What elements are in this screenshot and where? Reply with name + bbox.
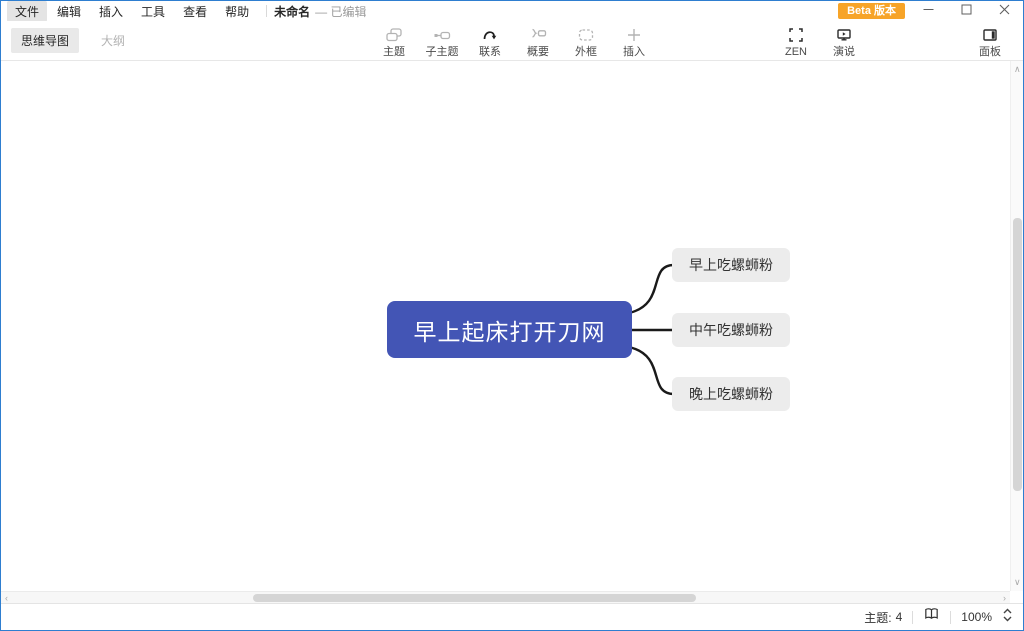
minimize-button[interactable] [909, 1, 947, 21]
boundary-icon [577, 26, 595, 44]
zen-mode-icon [787, 26, 805, 44]
topic-icon [385, 26, 403, 44]
tab-outline[interactable]: 大纲 [91, 28, 135, 53]
panel-icon [981, 26, 999, 44]
statusbar-divider [950, 611, 951, 624]
relationship-icon [481, 26, 499, 44]
scroll-up-arrow-icon[interactable]: ∧ [1014, 65, 1021, 74]
menu-insert[interactable]: 插入 [91, 1, 131, 22]
topic-tools-group: 主题 子主题 联系 [370, 21, 658, 60]
insert-button[interactable]: 插入 [610, 21, 658, 60]
scroll-down-arrow-icon[interactable]: ∨ [1014, 578, 1021, 587]
subtopic-button[interactable]: 子主题 [418, 21, 466, 60]
mindmap-canvas[interactable]: 早上起床打开刀网 早上吃螺蛳粉 中午吃螺蛳粉 晚上吃螺蛳粉 ∧ ∨ ‹ › [1, 61, 1023, 603]
insert-label: 插入 [623, 46, 645, 58]
document-edit-state: — 已编辑 [315, 3, 366, 20]
document-title: 未命名 [274, 3, 310, 20]
menu-tools[interactable]: 工具 [133, 1, 173, 22]
topic-count-value: 4 [896, 610, 903, 624]
statusbar-divider [912, 611, 913, 624]
relationship-button[interactable]: 联系 [466, 21, 514, 60]
summary-label: 概要 [527, 46, 549, 58]
root-topic-node[interactable]: 早上起床打开刀网 [387, 301, 632, 358]
zen-mode-label: ZEN [785, 46, 807, 58]
toolbar: 思维导图 大纲 主题 子主题 [1, 21, 1023, 61]
zoom-stepper-icon [1002, 607, 1013, 628]
boundary-label: 外框 [575, 46, 597, 58]
vertical-scrollbar-thumb[interactable] [1013, 218, 1022, 491]
vertical-scrollbar[interactable]: ∧ ∨ [1010, 61, 1023, 591]
subtopic-icon [433, 26, 451, 44]
maximize-button[interactable] [947, 1, 985, 21]
relationship-label: 联系 [479, 46, 501, 58]
pitch-button[interactable]: 演说 [820, 21, 868, 60]
zoom-level-value: 100% [961, 610, 992, 624]
view-tabs: 思维导图 大纲 [11, 21, 135, 60]
menu-file[interactable]: 文件 [7, 1, 47, 22]
panel-tools-group: 面板 [966, 21, 1014, 60]
menu-bar: 文件 编辑 插入 工具 查看 帮助 未命名 — 已编辑 Beta 版本 [1, 1, 1023, 21]
horizontal-scrollbar[interactable]: ‹ › [1, 591, 1010, 603]
tab-mindmap[interactable]: 思维导图 [11, 28, 79, 53]
beta-badge: Beta 版本 [838, 3, 905, 19]
menubar-divider [266, 5, 267, 17]
map-overview-icon [923, 606, 940, 628]
child-topic-node-1[interactable]: 早上吃螺蛳粉 [672, 248, 790, 282]
minimize-icon [923, 2, 934, 20]
topic-label: 主题 [383, 46, 405, 58]
horizontal-scrollbar-thumb[interactable] [253, 594, 696, 602]
close-icon [999, 2, 1010, 20]
panel-label: 面板 [979, 46, 1001, 58]
zen-mode-button[interactable]: ZEN [772, 21, 820, 60]
close-button[interactable] [985, 1, 1023, 21]
summary-button[interactable]: 概要 [514, 21, 562, 60]
scroll-right-arrow-icon[interactable]: › [1003, 594, 1006, 603]
menu-help[interactable]: 帮助 [217, 1, 257, 22]
menu-edit[interactable]: 编辑 [49, 1, 89, 22]
insert-icon [625, 26, 643, 44]
scroll-left-arrow-icon[interactable]: ‹ [5, 594, 8, 603]
subtopic-label: 子主题 [426, 46, 459, 58]
status-bar: 主题: 4 100% [1, 603, 1023, 630]
pitch-icon [835, 26, 853, 44]
map-overview-button[interactable] [923, 606, 940, 628]
panel-button[interactable]: 面板 [966, 21, 1014, 60]
summary-icon [529, 26, 547, 44]
menu-view[interactable]: 查看 [175, 1, 215, 22]
pitch-label: 演说 [833, 46, 855, 58]
zoom-stepper[interactable] [1002, 607, 1013, 628]
child-topic-node-2[interactable]: 中午吃螺蛳粉 [672, 313, 790, 347]
app-window: 文件 编辑 插入 工具 查看 帮助 未命名 — 已编辑 Beta 版本 [0, 0, 1024, 631]
maximize-icon [961, 2, 972, 20]
child-topic-node-3[interactable]: 晚上吃螺蛳粉 [672, 377, 790, 411]
topic-count-label: 主题: [864, 609, 891, 626]
boundary-button[interactable]: 外框 [562, 21, 610, 60]
mode-tools-group: ZEN 演说 [772, 21, 868, 60]
topic-button[interactable]: 主题 [370, 21, 418, 60]
